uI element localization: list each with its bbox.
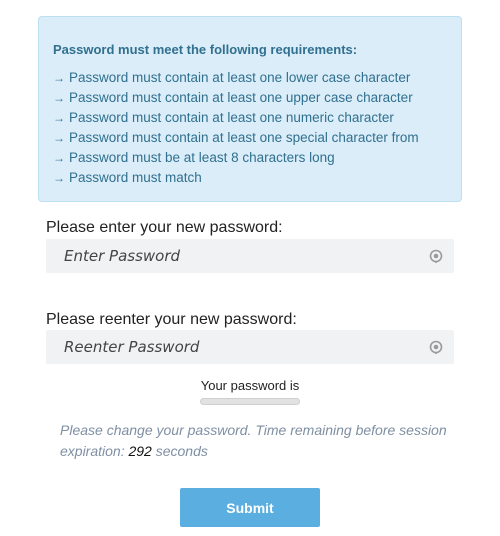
arrow-right-icon: → xyxy=(53,91,65,105)
requirement-item: → Password must contain at least one num… xyxy=(53,108,461,128)
reenter-password-input[interactable] xyxy=(62,337,416,357)
requirement-item: → Password must match xyxy=(53,168,461,188)
arrow-right-icon: → xyxy=(53,71,65,85)
session-expiry-message: Please change your password. Time remain… xyxy=(60,420,460,462)
requirement-item: → Password must contain at least one upp… xyxy=(53,88,461,108)
new-password-label: Please enter your new password: xyxy=(46,219,283,236)
requirement-item: → Password must be at least 8 characters… xyxy=(53,148,461,168)
requirement-item: → Password must contain at least one low… xyxy=(53,68,461,88)
show-password-icon[interactable] xyxy=(429,249,443,263)
change-password-page: Password must meet the following require… xyxy=(0,0,500,536)
requirement-text: Password must match xyxy=(69,170,202,185)
password-strength-meter xyxy=(200,398,300,405)
new-password-input[interactable] xyxy=(62,246,416,266)
new-password-field-wrapper xyxy=(46,239,454,273)
password-strength-label: Your password is xyxy=(200,378,300,393)
requirement-text: Password must contain at least one lower… xyxy=(69,70,411,85)
arrow-right-icon: → xyxy=(53,131,65,145)
requirements-list: → Password must contain at least one low… xyxy=(53,68,461,188)
requirement-text: Password must contain at least one numer… xyxy=(69,110,394,125)
requirements-title: Password must meet the following require… xyxy=(53,42,358,57)
expiry-text-suffix: seconds xyxy=(151,443,208,459)
reenter-password-field-wrapper xyxy=(46,330,454,364)
reenter-password-label: Please reenter your new password: xyxy=(46,311,297,328)
submit-button[interactable]: Submit xyxy=(180,488,320,527)
requirement-text: Password must contain at least one upper… xyxy=(69,90,413,105)
expiry-seconds: 292 xyxy=(128,443,152,459)
expiry-text: Please change your password. Time remain… xyxy=(60,422,447,459)
requirement-text: Password must be at least 8 characters l… xyxy=(69,150,335,165)
show-password-icon[interactable] xyxy=(429,340,443,354)
password-requirements-box: Password must meet the following require… xyxy=(38,16,462,202)
arrow-right-icon: → xyxy=(53,171,65,185)
requirement-item: → Password must contain at least one spe… xyxy=(53,128,461,148)
arrow-right-icon: → xyxy=(53,111,65,125)
arrow-right-icon: → xyxy=(53,151,65,165)
requirement-text: Password must contain at least one speci… xyxy=(69,130,419,145)
